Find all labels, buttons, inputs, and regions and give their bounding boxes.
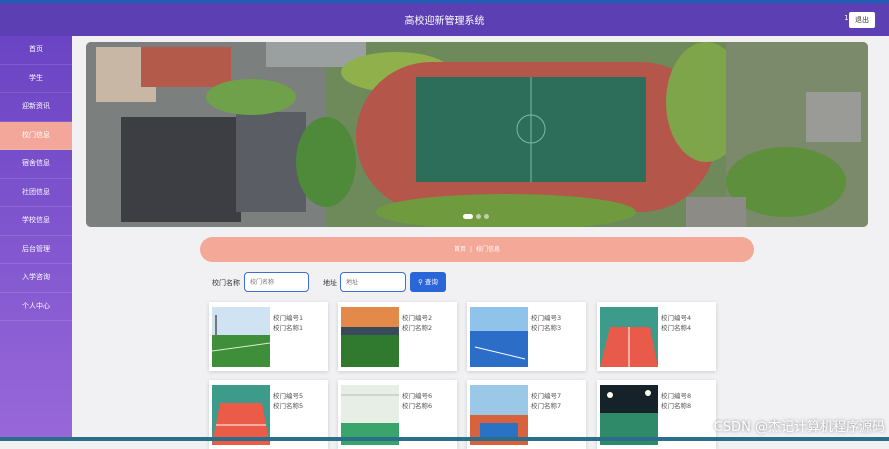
gate-code: 校门编号1 [273, 314, 304, 322]
gate-name-label: 校门名称 [212, 279, 240, 287]
gate-thumbnail [470, 385, 528, 445]
gate-thumbnail [341, 307, 399, 367]
carousel-indicators [463, 214, 489, 219]
gate-card[interactable]: 校门编号2 校门名称2 [338, 302, 457, 371]
gate-thumbnail [600, 307, 658, 367]
gate-name: 校门名称7 [531, 402, 562, 410]
breadcrumb-current: 校门信息 [476, 246, 501, 253]
gate-code: 校门编号3 [531, 314, 562, 322]
sidebar-item-profile[interactable]: 个人中心 [0, 293, 72, 321]
breadcrumb-home[interactable]: 首页 [454, 246, 466, 253]
sidebar-item-clubs[interactable]: 社团信息 [0, 179, 72, 207]
gate-thumbnail [470, 307, 528, 367]
address-label: 地址 [323, 279, 337, 287]
gate-thumbnail [600, 385, 658, 445]
breadcrumb: 首页 | 校门信息 [200, 237, 754, 262]
carousel-dot[interactable] [476, 214, 481, 219]
gate-name: 校门名称3 [531, 324, 562, 332]
sidebar-item-news[interactable]: 迎新资讯 [0, 93, 72, 122]
search-bar: 校门名称 地址 ⚲ 查询 [0, 272, 889, 292]
gate-thumbnail [341, 385, 399, 445]
gate-card[interactable]: 校门编号4 校门名称4 [597, 302, 716, 371]
address-input[interactable] [340, 272, 406, 292]
breadcrumb-separator: | [469, 246, 473, 253]
app-title: 高校迎新管理系统 [404, 16, 485, 27]
gate-card[interactable]: 校门编号1 校门名称1 [209, 302, 328, 371]
gate-code: 校门编号7 [531, 392, 562, 400]
gate-code: 校门编号2 [402, 314, 433, 322]
top-bar: 高校迎新管理系统 11 退出 [0, 0, 889, 36]
gate-name-input[interactable] [244, 272, 309, 292]
sidebar-item-gates[interactable]: 校门信息 [0, 121, 72, 150]
carousel-dot[interactable] [484, 214, 489, 219]
sidebar-item-dorms[interactable]: 宿舍信息 [0, 150, 72, 179]
gate-code: 校门编号6 [402, 392, 433, 400]
gate-code: 校门编号8 [661, 392, 692, 400]
sidebar-item-school[interactable]: 学校信息 [0, 207, 72, 236]
search-icon: ⚲ [418, 278, 423, 286]
sidebar-item-admin[interactable]: 后台管理 [0, 236, 72, 264]
gate-code: 校门编号4 [661, 314, 692, 322]
gate-card[interactable]: 校门编号3 校门名称3 [467, 302, 586, 371]
gate-code: 校门编号5 [273, 392, 304, 400]
gate-name: 校门名称4 [661, 324, 692, 332]
gate-thumbnail [212, 385, 270, 445]
gate-name: 校门名称8 [661, 402, 692, 410]
bottom-border [0, 437, 889, 441]
sidebar-item-students[interactable]: 学生 [0, 65, 72, 93]
carousel-dot[interactable] [463, 214, 473, 219]
gate-thumbnail [212, 307, 270, 367]
watermark: CSDN @杰记计算机程序源码 [713, 420, 885, 435]
campus-banner-image[interactable] [86, 42, 868, 227]
gate-name: 校门名称2 [402, 324, 433, 332]
sidebar-item-home[interactable]: 首页 [0, 36, 72, 65]
gate-name: 校门名称1 [273, 324, 304, 332]
logout-button[interactable]: 退出 [849, 12, 875, 28]
gate-name: 校门名称6 [402, 402, 433, 410]
search-button-label: 查询 [424, 278, 438, 286]
gate-name: 校门名称5 [273, 402, 304, 410]
search-button[interactable]: ⚲ 查询 [410, 272, 446, 292]
sidebar: 首页 学生 迎新资讯 校门信息 宿舍信息 社团信息 学校信息 后台管理 入学咨询… [0, 36, 72, 441]
